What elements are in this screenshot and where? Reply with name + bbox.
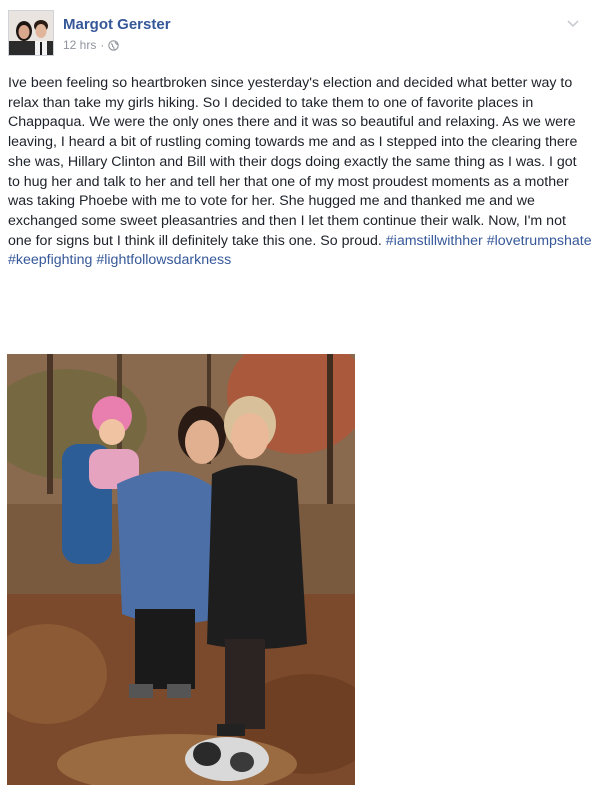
post-meta: 12 hrs · [63,38,120,52]
hashtag-lightfollowsdarkness[interactable]: #lightfollowsdarkness [96,252,231,268]
post-timestamp[interactable]: 12 hrs [63,38,96,52]
facebook-post: Margot Gerster 12 hrs · Ive been feeling… [0,0,600,785]
post-text: Ive been feeling so heartbroken since ye… [8,74,592,271]
globe-icon[interactable] [108,39,120,51]
post-photo[interactable] [7,354,355,785]
hashtag-iamstillwithher[interactable]: #iamstillwithher [386,233,483,249]
author-name[interactable]: Margot Gerster [63,16,171,33]
chevron-down-icon[interactable] [566,15,580,28]
hashtag-keepfighting[interactable]: #keepfighting [8,252,92,268]
hashtag-lovetrumpshate[interactable]: #lovetrumpshate [487,233,592,249]
avatar[interactable] [8,10,54,56]
post-body: Ive been feeling so heartbroken since ye… [8,75,578,249]
